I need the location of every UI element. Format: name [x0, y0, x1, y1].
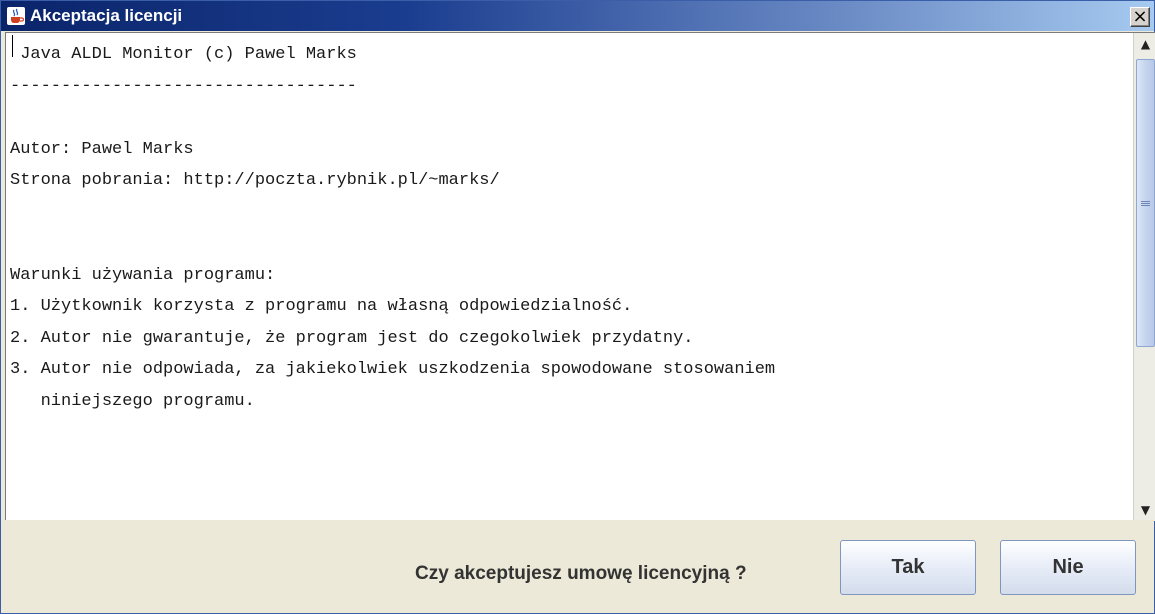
license-line: Autor: Pawel Marks [10, 139, 194, 159]
close-button[interactable]: × [1130, 7, 1150, 27]
license-line: Java ALDL Monitor (c) Pawel Marks [10, 45, 357, 64]
license-line: niniejszego programu. [10, 391, 255, 411]
license-line: 3. Autor nie odpowiada, za jakiekolwiek … [10, 360, 776, 379]
license-dialog: Akceptacja licencji × Java ALDL Monitor … [0, 0, 1155, 614]
arrow-down-icon: ▼ [1140, 503, 1151, 517]
license-text: Java ALDL Monitor (c) Pawel Marks -------… [10, 39, 1120, 517]
license-text-area[interactable]: Java ALDL Monitor (c) Pawel Marks -------… [5, 32, 1155, 521]
license-line [10, 197, 1120, 229]
license-line: Strona pobrania: http://poczta.rybnik.pl… [10, 171, 500, 190]
dialog-title: Akceptacja licencji [30, 6, 183, 25]
license-line: 1. Użytkownik korzysta z programu na wła… [10, 297, 633, 316]
scroll-down-button[interactable]: ▼ [1135, 499, 1155, 521]
arrow-up-icon: ▲ [1140, 37, 1151, 51]
close-icon: × [1132, 6, 1148, 27]
vertical-scrollbar[interactable]: ▲ ▼ [1133, 33, 1155, 521]
license-line: 2. Autor nie gwarantuje, że program jest… [10, 328, 694, 348]
no-button[interactable]: Nie [1000, 540, 1136, 595]
license-line [10, 102, 1120, 134]
scroll-up-button[interactable]: ▲ [1135, 33, 1155, 55]
grip-icon [1141, 200, 1150, 206]
accept-question: Czy akceptujesz umowę licencyjną ? [415, 563, 747, 584]
license-line: Warunki używania programu: [10, 265, 276, 285]
yes-button[interactable]: Tak [840, 540, 976, 595]
java-cup-icon [7, 7, 25, 25]
scroll-thumb[interactable] [1136, 59, 1155, 347]
title-bar[interactable]: Akceptacja licencji × [1, 1, 1154, 31]
license-line [10, 228, 1120, 260]
button-panel: Czy akceptujesz umowę licencyjną ? Tak N… [1, 520, 1154, 613]
license-line: ---------------------------------- [10, 76, 357, 96]
